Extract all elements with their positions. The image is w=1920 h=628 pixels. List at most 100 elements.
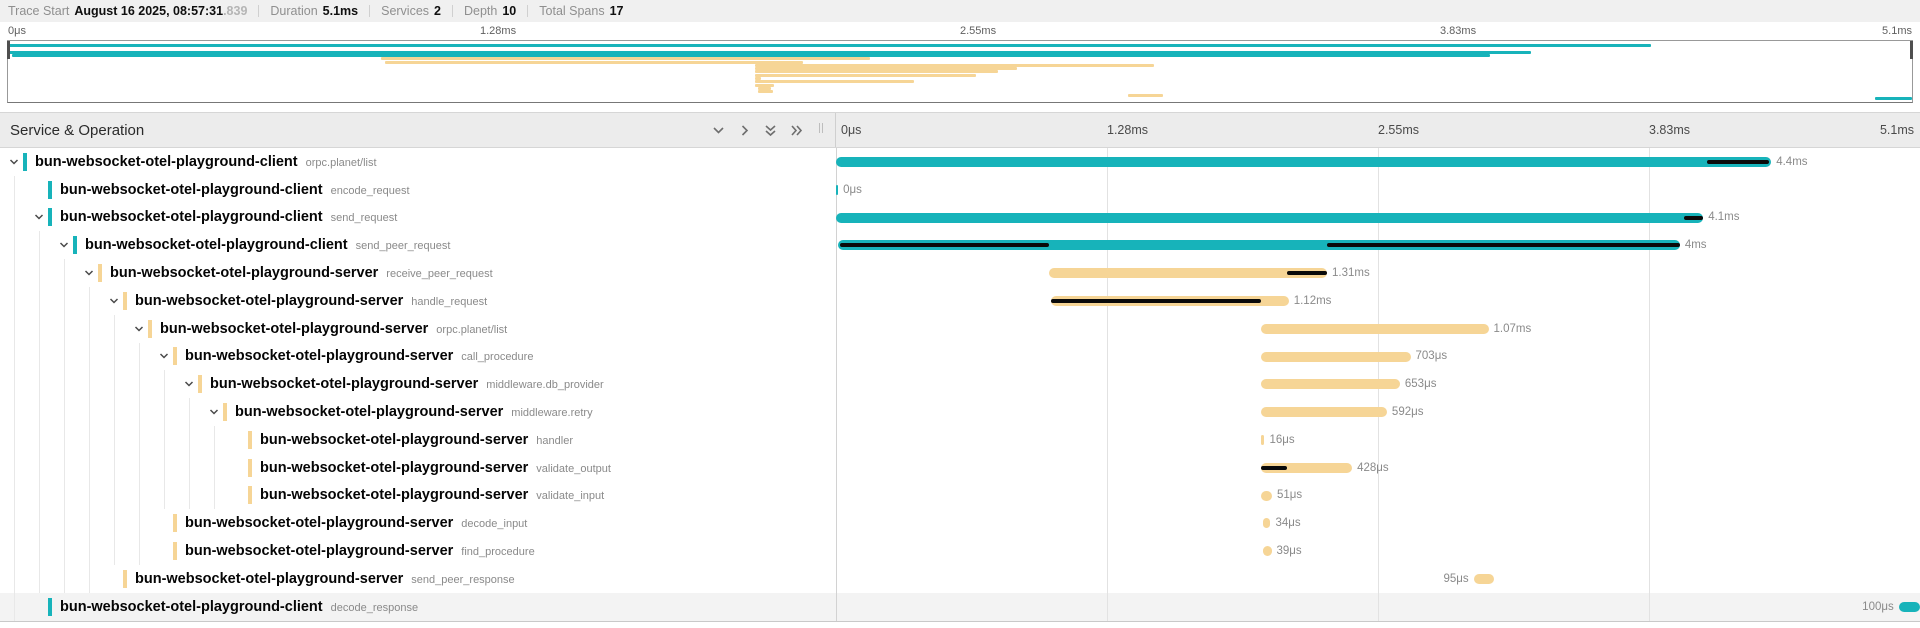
span-timeline-cell[interactable]: 4.4ms (836, 148, 1920, 176)
span-toggle[interactable] (83, 267, 95, 279)
span-row[interactable]: bun-websocket-otel-playground-serverhand… (0, 426, 1920, 454)
span-row[interactable]: bun-websocket-otel-playground-servercall… (0, 343, 1920, 371)
expand-all-button[interactable] (757, 117, 783, 143)
indent-guide (114, 537, 115, 565)
span-name-cell[interactable]: bun-websocket-otel-playground-serverhand… (0, 426, 836, 454)
span-duration-bar[interactable] (1049, 268, 1327, 278)
span-duration-bar[interactable] (836, 213, 1703, 223)
indent-guide (139, 398, 140, 426)
service-name: bun-websocket-otel-playground-server (185, 515, 453, 531)
operation-name: send_peer_response (411, 574, 514, 586)
trace-start-label: Trace Start (8, 4, 69, 18)
critical-path-segment (1327, 243, 1680, 247)
collapse-chevron-icon (83, 267, 95, 279)
span-toggle[interactable] (183, 378, 195, 390)
span-name-cell[interactable]: bun-websocket-otel-playground-serverorpc… (0, 315, 836, 343)
expand-one-button[interactable] (705, 117, 731, 143)
span-duration-bar[interactable] (836, 157, 1771, 167)
span-duration-bar[interactable] (1261, 324, 1488, 334)
span-timeline-cell[interactable]: 1.31ms (836, 259, 1920, 287)
span-duration-bar[interactable] (1261, 491, 1272, 501)
span-row[interactable]: bun-websocket-otel-playground-serverfind… (0, 537, 1920, 565)
span-timeline-cell[interactable]: 4.1ms (836, 204, 1920, 232)
span-row[interactable]: bun-websocket-otel-playground-servermidd… (0, 398, 1920, 426)
indent-guide (64, 509, 65, 537)
span-toggle[interactable] (108, 295, 120, 307)
span-duration-bar[interactable] (1261, 435, 1264, 445)
span-name-cell[interactable]: bun-websocket-otel-playground-servermidd… (0, 398, 836, 426)
span-row[interactable]: bun-websocket-otel-playground-clientdeco… (0, 593, 1920, 621)
span-row[interactable]: bun-websocket-otel-playground-serverdeco… (0, 509, 1920, 537)
indent-guide (64, 343, 65, 371)
span-name-cell[interactable]: bun-websocket-otel-playground-serverhand… (0, 287, 836, 315)
span-name-cell[interactable]: bun-websocket-otel-playground-serverfind… (0, 537, 836, 565)
span-name-cell[interactable]: bun-websocket-otel-playground-clientdeco… (0, 593, 836, 621)
span-row[interactable]: bun-websocket-otel-playground-servervali… (0, 454, 1920, 482)
span-row[interactable]: bun-websocket-otel-playground-clientenco… (0, 176, 1920, 204)
span-timeline-cell[interactable]: 51μs (836, 482, 1920, 510)
span-name-cell[interactable]: bun-websocket-otel-playground-clientenco… (0, 176, 836, 204)
span-row[interactable]: bun-websocket-otel-playground-clientsend… (0, 231, 1920, 259)
span-name-cell[interactable]: bun-websocket-otel-playground-servercall… (0, 343, 836, 371)
span-duration-bar[interactable] (1263, 546, 1271, 556)
span-row[interactable]: bun-websocket-otel-playground-clientsend… (0, 204, 1920, 232)
trace-minimap[interactable] (7, 40, 1913, 103)
span-toggle[interactable] (158, 350, 170, 362)
span-toggle[interactable] (8, 156, 20, 168)
span-toggle[interactable] (208, 406, 220, 418)
span-timeline-cell[interactable]: 1.12ms (836, 287, 1920, 315)
span-toggle[interactable] (58, 239, 70, 251)
span-name-cell[interactable]: bun-websocket-otel-playground-servervali… (0, 454, 836, 482)
span-timeline-cell[interactable]: 95μs (836, 565, 1920, 593)
minimap-left-scrubber-handle[interactable] (7, 41, 10, 59)
span-row[interactable]: bun-websocket-otel-playground-serverrece… (0, 259, 1920, 287)
collapse-one-button[interactable] (731, 117, 757, 143)
span-duration-bar[interactable] (836, 185, 838, 195)
span-toggle[interactable] (33, 211, 45, 223)
span-row[interactable]: bun-websocket-otel-playground-servermidd… (0, 370, 1920, 398)
span-name-cell[interactable]: bun-websocket-otel-playground-servervali… (0, 482, 836, 510)
span-timeline-cell[interactable]: 39μs (836, 537, 1920, 565)
span-timeline-cell[interactable]: 653μs (836, 370, 1920, 398)
span-duration-bar[interactable] (1261, 379, 1400, 389)
column-resizer-handle[interactable] (819, 123, 823, 133)
span-names: bun-websocket-otel-playground-serverrece… (110, 264, 493, 282)
span-timeline-cell[interactable]: 0μs (836, 176, 1920, 204)
ruler-tick-4: 5.1ms (1880, 123, 1914, 137)
span-name-cell[interactable]: bun-websocket-otel-playground-clientsend… (0, 204, 836, 232)
span-timeline-cell[interactable]: 703μs (836, 343, 1920, 371)
span-duration-bar[interactable] (1261, 352, 1410, 362)
span-name-cell[interactable]: bun-websocket-otel-playground-serversend… (0, 565, 836, 593)
indent-guide (39, 565, 40, 593)
span-duration-bar[interactable] (1261, 407, 1387, 417)
span-name-cell[interactable]: bun-websocket-otel-playground-servermidd… (0, 370, 836, 398)
span-duration-bar[interactable] (1474, 574, 1494, 584)
span-timeline-cell[interactable]: 100μs (836, 593, 1920, 621)
span-name-cell[interactable]: bun-websocket-otel-playground-serverrece… (0, 259, 836, 287)
span-name-cell[interactable]: bun-websocket-otel-playground-clientorpc… (0, 148, 836, 176)
operation-name: orpc.planet/list (306, 157, 377, 169)
span-toggle[interactable] (133, 323, 145, 335)
span-timeline-cell[interactable]: 16μs (836, 426, 1920, 454)
span-timeline-cell[interactable]: 4ms (836, 231, 1920, 259)
operation-name: encode_request (331, 185, 410, 197)
span-row[interactable]: bun-websocket-otel-playground-serversend… (0, 565, 1920, 593)
span-duration-bar[interactable] (1263, 518, 1270, 528)
indent-guide (139, 509, 140, 537)
indent-guide (14, 370, 15, 398)
span-timeline-cell[interactable]: 34μs (836, 509, 1920, 537)
span-timeline-cell[interactable]: 592μs (836, 398, 1920, 426)
span-duration-bar[interactable] (1899, 602, 1920, 612)
span-name-cell[interactable]: bun-websocket-otel-playground-clientsend… (0, 231, 836, 259)
minimap-right-scrubber-handle[interactable] (1910, 41, 1913, 59)
service-color-swatch (223, 403, 227, 421)
span-timeline-cell[interactable]: 1.07ms (836, 315, 1920, 343)
span-row[interactable]: bun-websocket-otel-playground-serverhand… (0, 287, 1920, 315)
span-row[interactable]: bun-websocket-otel-playground-serverorpc… (0, 315, 1920, 343)
span-timeline-cell[interactable]: 428μs (836, 454, 1920, 482)
span-rows: bun-websocket-otel-playground-clientorpc… (0, 148, 1920, 622)
span-name-cell[interactable]: bun-websocket-otel-playground-serverdeco… (0, 509, 836, 537)
span-row[interactable]: bun-websocket-otel-playground-clientorpc… (0, 148, 1920, 176)
collapse-all-button[interactable] (783, 117, 809, 143)
span-row[interactable]: bun-websocket-otel-playground-servervali… (0, 482, 1920, 510)
